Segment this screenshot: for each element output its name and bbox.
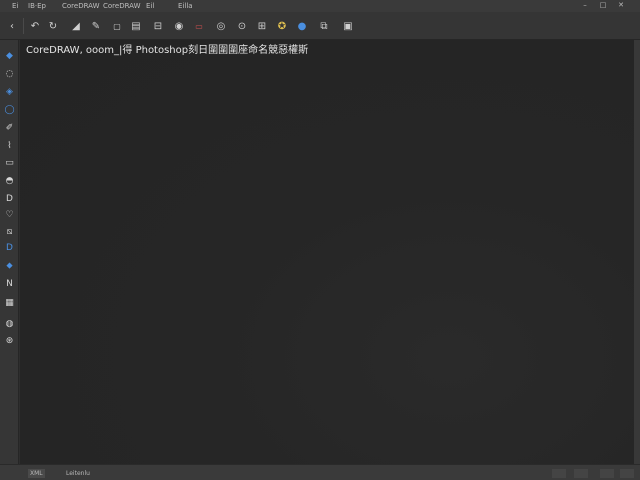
ellipse-tool-icon[interactable]: ◓ <box>3 174 16 187</box>
record-icon[interactable]: ▭ <box>192 19 206 33</box>
back-icon[interactable]: ‹ <box>5 19 19 33</box>
chat-icon[interactable]: ▢ <box>110 19 124 33</box>
status-outline-swatch[interactable] <box>574 469 588 478</box>
standard-toolbar: ‹ ↶ ↻ ◢ ✎ ▢ ▤ ⊟ ◉ ▭ ◎ ⊙ ⊞ ✪ ● ⧉ ▣ <box>0 12 640 40</box>
toolbar-divider <box>23 18 24 34</box>
vertical-scrollbar[interactable] <box>634 40 640 464</box>
shape-icon[interactable]: ◢ <box>69 19 83 33</box>
app-window: Ei IB·Ep CoreDRAW CoreDRAW Eil Eilla – □… <box>0 0 640 480</box>
dimension-tool-icon[interactable]: D <box>3 241 16 254</box>
status-info: Leitenlu <box>66 470 90 477</box>
status-view[interactable] <box>620 469 634 478</box>
panel-icon[interactable]: ▣ <box>341 19 355 33</box>
menu-item[interactable]: CoreDRAW <box>62 0 100 12</box>
text-tool-icon[interactable]: ♡ <box>3 208 16 221</box>
rectangle-tool-icon[interactable]: ▭ <box>3 156 16 169</box>
spiral-icon[interactable]: ◎ <box>214 19 228 33</box>
status-bar: XML Leitenlu <box>0 464 640 480</box>
undo-icon[interactable]: ↶ <box>28 19 42 33</box>
status-fill-swatch[interactable] <box>552 469 566 478</box>
pick-tool-icon[interactable]: ◆ <box>3 49 16 62</box>
target-icon[interactable]: ⊙ <box>235 19 249 33</box>
globe-icon[interactable]: ● <box>295 19 309 33</box>
fill-tool-icon[interactable]: ⊛ <box>3 334 16 347</box>
maximize-icon[interactable]: □ <box>598 1 608 10</box>
eye-icon[interactable]: ◉ <box>172 19 186 33</box>
canvas-text[interactable]: CoreDRAW, ooom_|得 Photoshop刻日圍圍圍座命名競惡權斯 <box>26 41 308 56</box>
connector-tool-icon[interactable]: ⬥ <box>3 259 16 272</box>
eyedropper-tool-icon[interactable]: ◍ <box>3 317 16 330</box>
menu-bar: Ei IB·Ep CoreDRAW CoreDRAW Eil Eilla – □… <box>0 0 640 12</box>
menu-item[interactable]: CoreDRAW <box>103 0 141 12</box>
minimize-icon[interactable]: – <box>580 1 590 10</box>
transparency-tool-icon[interactable]: ▦ <box>3 296 16 309</box>
polygon-tool-icon[interactable]: D <box>3 192 16 205</box>
blend-tool-icon[interactable]: N <box>3 277 16 290</box>
drawing-canvas[interactable]: CoreDRAW, ooom_|得 Photoshop刻日圍圍圍座命名競惡權斯 <box>20 40 634 464</box>
status-zoom[interactable] <box>600 469 614 478</box>
table-tool-icon[interactable]: ⧅ <box>3 225 16 238</box>
grid-icon[interactable]: ⊞ <box>255 19 269 33</box>
edit-icon[interactable]: ✎ <box>89 19 103 33</box>
layout-icon[interactable]: ▤ <box>129 19 143 33</box>
badge-icon[interactable]: ✪ <box>275 19 289 33</box>
menu-item[interactable]: Ei <box>12 0 18 12</box>
redo-icon[interactable]: ↻ <box>46 19 60 33</box>
status-page-tab[interactable]: XML <box>28 469 45 478</box>
freehand-tool-icon[interactable]: ✐ <box>3 121 16 134</box>
menu-item[interactable]: IB·Ep <box>28 0 46 12</box>
zoom-tool-icon[interactable]: ◯ <box>3 103 16 116</box>
shape-tool-icon[interactable]: ◌ <box>3 67 16 80</box>
close-icon[interactable]: ✕ <box>616 1 626 10</box>
toolbox: ◆ ◌ ◈ ◯ ✐ ⌇ ▭ ◓ D ♡ ⧅ D ⬥ N ▦ ◍ ⊛ <box>0 40 19 464</box>
menu-item[interactable]: Eil <box>146 0 154 12</box>
crop-tool-icon[interactable]: ◈ <box>3 85 16 98</box>
link-icon[interactable]: ⊟ <box>151 19 165 33</box>
menu-item[interactable]: Eilla <box>178 0 193 12</box>
artistic-media-icon[interactable]: ⌇ <box>3 139 16 152</box>
layers-icon[interactable]: ⧉ <box>317 19 331 33</box>
